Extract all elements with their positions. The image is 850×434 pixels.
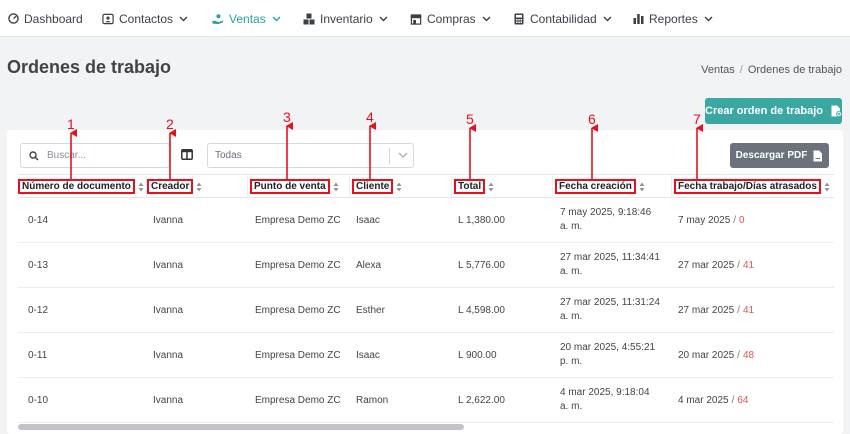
annotation-number-4: 4: [366, 109, 374, 125]
annotation-number-5: 5: [466, 111, 474, 127]
annotation-number-7: 7: [693, 111, 701, 127]
annotation-number-2: 2: [166, 116, 174, 132]
annotation-number-6: 6: [588, 111, 596, 127]
annotation-number-1: 1: [67, 116, 75, 132]
annotation-number-3: 3: [283, 109, 291, 125]
annotation-arrows: [70, 122, 703, 179]
